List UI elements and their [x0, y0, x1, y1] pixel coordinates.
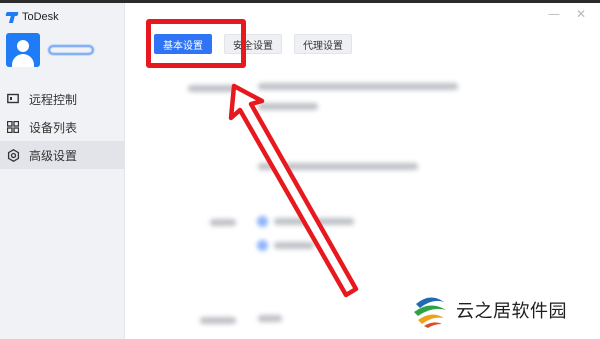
- todesk-window: ToDesk 远程控制 设备列表 高级设置 — ✕ 基本设置 安全设置 代理设置…: [0, 0, 600, 339]
- watermark-text: 云之居软件园: [456, 301, 567, 322]
- watermark-logo-icon: [410, 290, 450, 330]
- watermark: 云之居软件园: [410, 290, 567, 330]
- annotation-arrow: [228, 83, 359, 298]
